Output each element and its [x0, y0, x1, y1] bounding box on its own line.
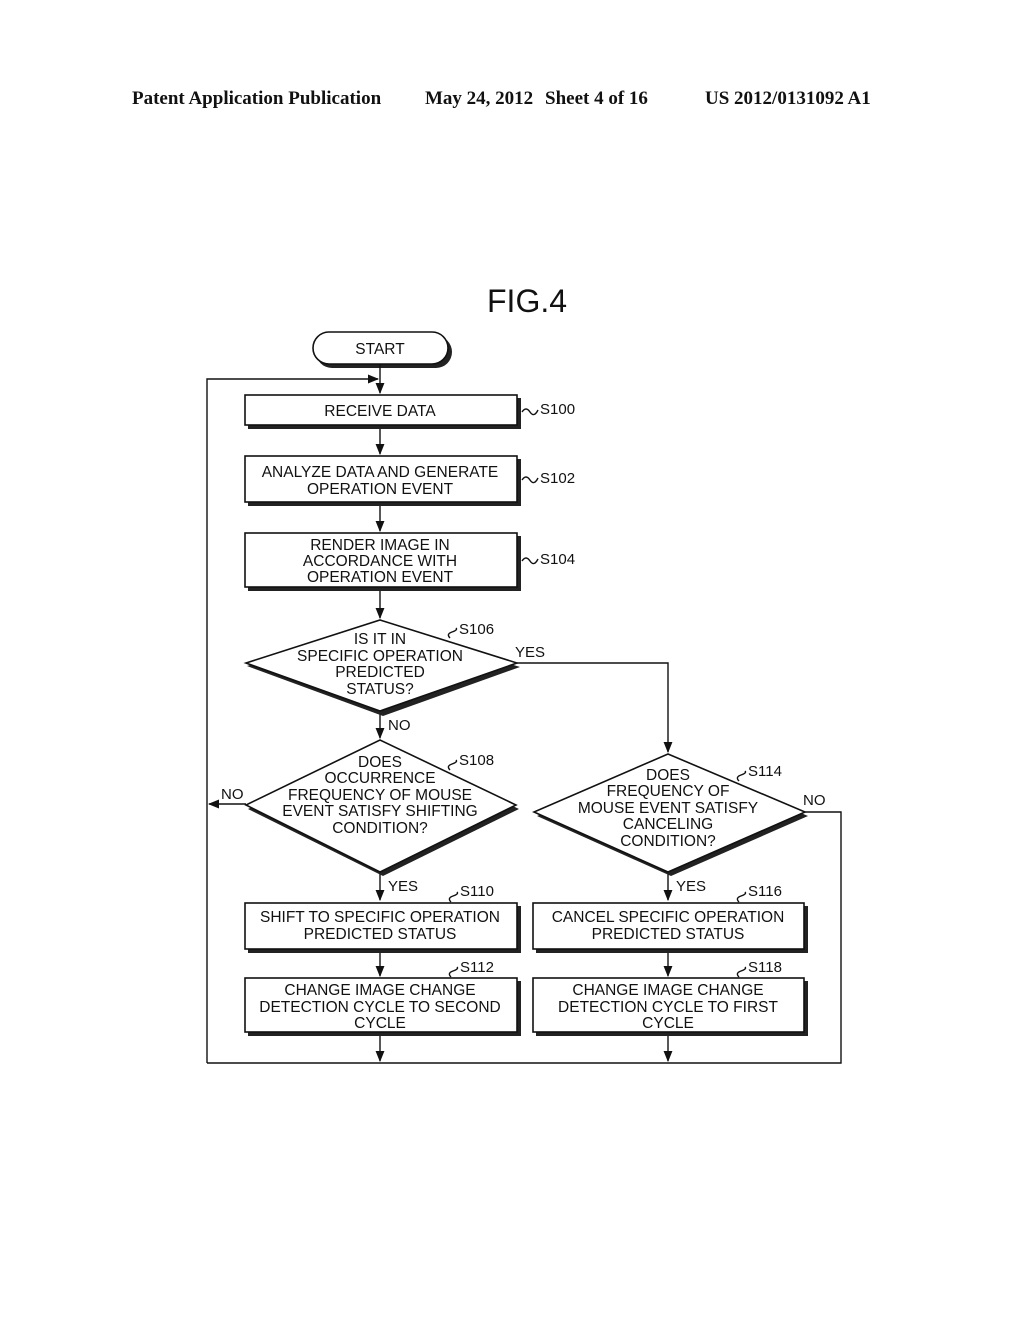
decision-s108: DOES OCCURRENCE FREQUENCY OF MOUSE EVENT…: [221, 739, 519, 895]
step-s116-id: S116: [748, 883, 782, 900]
decision-s114-line-4: CANCELING: [623, 816, 713, 833]
decision-s108-line-3: FREQUENCY OF MOUSE: [288, 787, 472, 804]
s108-no-label: NO: [221, 786, 244, 803]
leader-s114: [736, 770, 747, 782]
decision-s106-id: S106: [459, 621, 494, 638]
leader-s116: [736, 891, 747, 903]
step-s102-line-1: ANALYZE DATA AND GENERATE: [262, 464, 499, 481]
step-s102-id: S102: [540, 470, 575, 487]
leader-s112: [448, 966, 459, 978]
s114-yes-label: YES: [676, 878, 706, 895]
start-label: START: [355, 341, 405, 358]
decision-s108-line-2: OCCURRENCE: [324, 770, 435, 787]
s106-yes-label: YES: [515, 644, 545, 661]
step-s112-line-1: CHANGE IMAGE CHANGE: [284, 982, 475, 999]
leader-s104: [521, 557, 539, 565]
step-s100-id: S100: [540, 401, 575, 418]
step-s110: SHIFT TO SPECIFIC OPERATION PREDICTED ST…: [244, 883, 521, 953]
decision-s114-line-5: CONDITION?: [620, 833, 716, 850]
step-s112-line-3: CYCLE: [354, 1015, 406, 1032]
step-s110-line-1: SHIFT TO SPECIFIC OPERATION: [260, 909, 500, 926]
decision-s108-line-4: EVENT SATISFY SHIFTING: [282, 803, 478, 820]
decision-s114-line-2: FREQUENCY OF: [607, 783, 730, 800]
decision-s106-line-1: IS IT IN: [354, 631, 406, 648]
decision-s106-line-2: SPECIFIC OPERATION: [297, 648, 463, 665]
decision-s114-line-3: MOUSE EVENT SATISFY: [578, 800, 758, 817]
step-s118: CHANGE IMAGE CHANGE DETECTION CYCLE TO F…: [532, 959, 808, 1036]
step-s118-line-3: CYCLE: [642, 1015, 694, 1032]
step-s102: ANALYZE DATA AND GENERATE OPERATION EVEN…: [244, 455, 575, 506]
step-s110-id: S110: [460, 883, 494, 900]
leader-s106: [447, 627, 458, 639]
step-s104-line-1: RENDER IMAGE IN: [310, 537, 450, 554]
step-s116: CANCEL SPECIFIC OPERATION PREDICTED STAT…: [532, 883, 808, 953]
arrow-s106-yes: [517, 662, 673, 754]
leader-s118: [736, 966, 747, 978]
leader-s100: [521, 408, 539, 416]
s114-no-label: NO: [803, 792, 826, 809]
step-s116-line-2: PREDICTED STATUS: [592, 926, 745, 943]
decision-s108-id: S108: [459, 752, 494, 769]
step-s118-line-2: DETECTION CYCLE TO FIRST: [558, 999, 778, 1016]
step-s116-line-1: CANCEL SPECIFIC OPERATION: [552, 909, 785, 926]
step-s118-id: S118: [748, 959, 782, 976]
leader-s110: [448, 891, 459, 903]
leader-s102: [521, 476, 539, 484]
step-s100: RECEIVE DATA S100: [244, 394, 575, 429]
step-s112-line-2: DETECTION CYCLE TO SECOND: [259, 999, 500, 1016]
decision-s108-line-1: DOES: [358, 754, 402, 771]
step-s104-line-2: ACCORDANCE WITH: [303, 553, 457, 570]
s108-yes-label: YES: [388, 878, 418, 895]
step-s100-text: RECEIVE DATA: [324, 403, 436, 420]
s106-no-label: NO: [388, 717, 411, 734]
decision-s106-line-4: STATUS?: [346, 681, 414, 698]
step-s112: CHANGE IMAGE CHANGE DETECTION CYCLE TO S…: [244, 959, 521, 1036]
start-terminator: START: [312, 331, 452, 368]
step-s118-line-1: CHANGE IMAGE CHANGE: [572, 982, 763, 999]
step-s102-line-2: OPERATION EVENT: [307, 481, 454, 498]
step-s112-id: S112: [460, 959, 494, 976]
decision-s114: DOES FREQUENCY OF MOUSE EVENT SATISFY CA…: [532, 753, 826, 895]
leader-s108: [447, 759, 458, 771]
decision-s114-line-1: DOES: [646, 767, 690, 784]
decision-s114-id: S114: [748, 763, 782, 780]
step-s104: RENDER IMAGE IN ACCORDANCE WITH OPERATIO…: [244, 532, 575, 591]
step-s104-id: S104: [540, 551, 575, 568]
decision-s106: IS IT IN SPECIFIC OPERATION PREDICTED ST…: [243, 619, 545, 734]
decision-s108-line-5: CONDITION?: [332, 820, 428, 837]
flowchart: START RECEIVE DATA S100 ANALYZE DATA AND…: [206, 331, 842, 1064]
step-s110-line-2: PREDICTED STATUS: [304, 926, 457, 943]
decision-s106-line-3: PREDICTED: [335, 664, 425, 681]
step-s104-line-3: OPERATION EVENT: [307, 569, 454, 586]
